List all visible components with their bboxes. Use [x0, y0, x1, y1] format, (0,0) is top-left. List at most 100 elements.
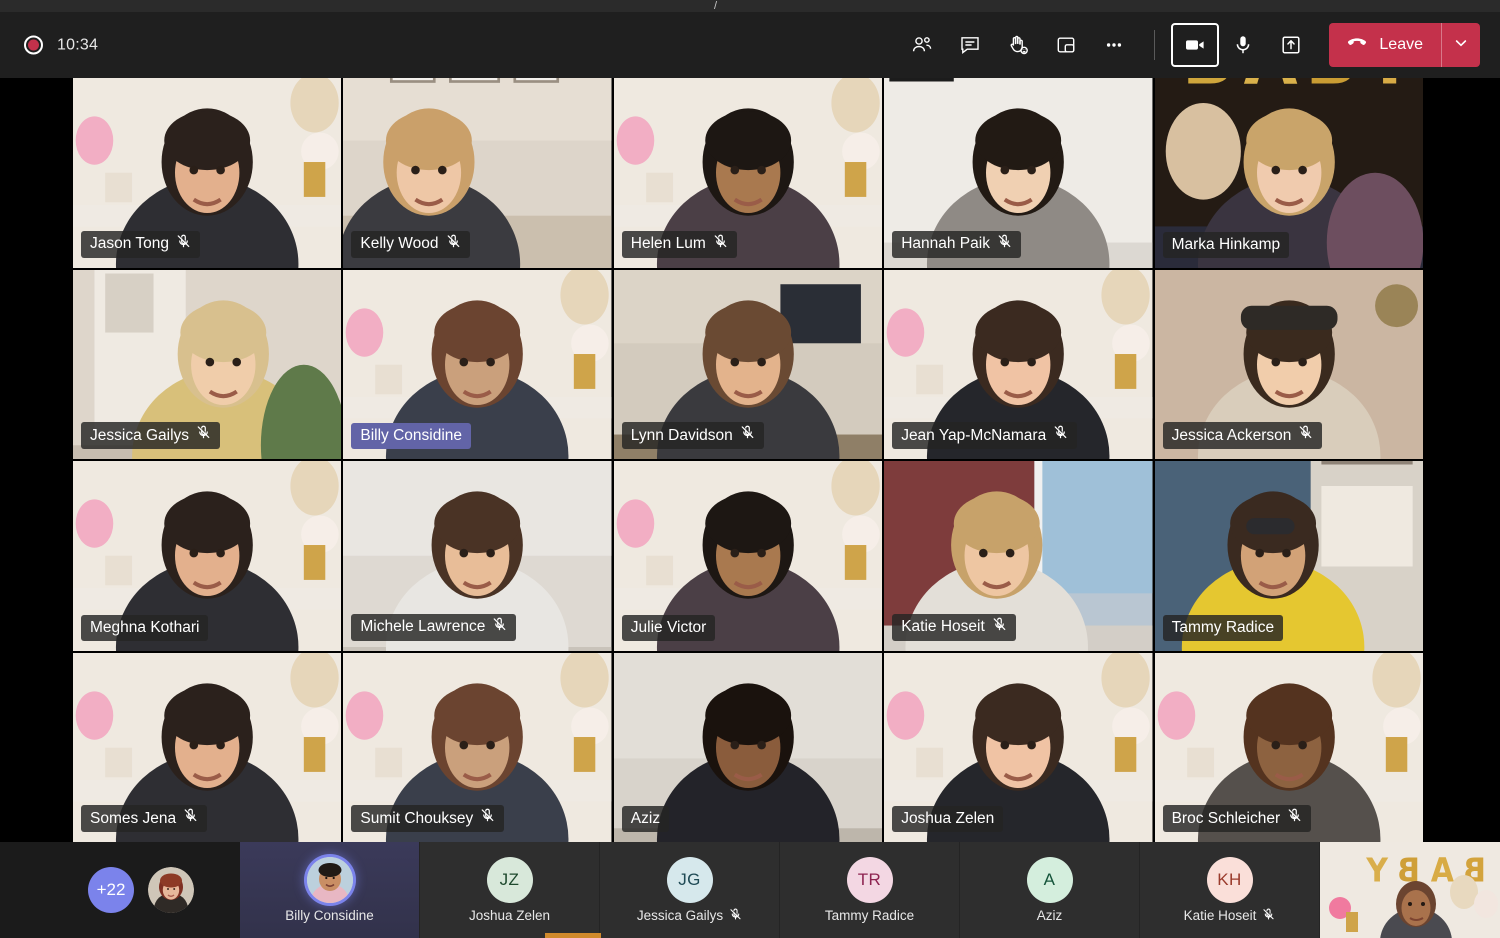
svg-text:B: B: [1176, 653, 1229, 672]
roster-item-label: Billy Considine: [285, 908, 374, 923]
participant-tile[interactable]: Michele Lawrence: [343, 461, 612, 651]
meeting-controls: Leave: [898, 23, 1480, 67]
participant-tile[interactable]: B A B Y Broc Schleicher: [1154, 652, 1423, 842]
participant-name-chip: Lynn Davidson: [621, 422, 764, 449]
overflow-count-badge[interactable]: +22: [88, 867, 134, 913]
roster-avatar-photo[interactable]: [306, 857, 353, 903]
svg-text:B: B: [365, 270, 418, 289]
roster-item[interactable]: A Aziz: [960, 842, 1140, 938]
muted-microphone-icon: [492, 617, 507, 637]
muted-microphone-icon: [713, 234, 728, 254]
participant-tile[interactable]: B A B Y Julie Victor: [613, 461, 883, 651]
participant-tile[interactable]: B A B Y Jason Tong: [73, 78, 342, 268]
participant-tile[interactable]: B A B Y Helen Lum: [613, 78, 883, 268]
participant-tile[interactable]: Jessica Ackerson: [1154, 269, 1423, 459]
more-actions-button[interactable]: [1090, 23, 1138, 67]
svg-text:B: B: [215, 78, 268, 97]
muted-microphone-icon: [740, 425, 755, 445]
self-video-preview[interactable]: B A B Y: [1320, 842, 1500, 938]
roster-item[interactable]: JZ Joshua Zelen: [420, 842, 600, 938]
svg-text:Y: Y: [1365, 852, 1389, 890]
camera-icon: [1182, 32, 1208, 58]
leave-main[interactable]: Leave: [1329, 23, 1441, 67]
ellipsis-icon: [1102, 33, 1126, 57]
muted-microphone-icon: [176, 234, 191, 254]
svg-text:A: A: [1430, 852, 1454, 890]
show-chat-button[interactable]: [946, 23, 994, 67]
teams-meeting-window: / 10:34 Leave Jason Tong Kelly Wood Hele…: [0, 0, 1500, 938]
roster-item[interactable]: TR Tammy Radice: [780, 842, 960, 938]
toggle-microphone-button[interactable]: [1219, 23, 1267, 67]
participant-name-chip: Jessica Gailys: [81, 422, 221, 449]
participant-tile[interactable]: B A B Y Marka Hinkamp: [1154, 78, 1423, 268]
roster-item[interactable]: Billy Considine: [240, 842, 420, 938]
toggle-camera-button[interactable]: [1171, 23, 1220, 67]
svg-text:B: B: [486, 653, 539, 672]
participant-tile[interactable]: B A B Y Billy Considine: [343, 269, 612, 459]
svg-text:B: B: [1305, 78, 1358, 103]
microphone-icon: [1230, 32, 1256, 58]
share-content-button[interactable]: [1267, 23, 1315, 67]
participant-name-chip: Jessica Ackerson: [1162, 422, 1323, 449]
participant-tile[interactable]: Aziz: [613, 652, 883, 842]
participant-tile[interactable]: B A B Y Somes Jena: [73, 652, 342, 842]
svg-text:A: A: [154, 653, 208, 672]
svg-text:Y: Y: [1363, 78, 1416, 103]
roster-cells: Billy Considine JZ Joshua Zelen JG Jessica G…: [240, 842, 1320, 938]
roster-avatar-initials[interactable]: A: [1026, 857, 1073, 903]
participant-name: Jean Yap-McNamara: [901, 426, 1047, 444]
roster-overflow-group[interactable]: +22: [0, 842, 240, 938]
leave-meeting-button[interactable]: Leave: [1329, 23, 1480, 67]
muted-microphone-icon: [183, 808, 198, 828]
svg-text:B: B: [635, 78, 688, 97]
show-participants-button[interactable]: [898, 23, 946, 67]
avatar-initials: JZ: [499, 870, 520, 889]
svg-text:A: A: [424, 270, 478, 289]
roster-avatar-initials[interactable]: KH: [1206, 856, 1253, 903]
participant-name-chip: Jean Yap-McNamara: [892, 422, 1078, 449]
participant-name: Billy Considine: [360, 427, 463, 444]
roster-thumbnail-avatar[interactable]: [148, 867, 194, 913]
svg-text:B: B: [1297, 653, 1350, 672]
muted-microphone-icon: [1298, 425, 1313, 445]
roster-avatar-initials[interactable]: TR: [846, 857, 893, 903]
svg-text:A: A: [154, 461, 208, 480]
leave-options-button[interactable]: [1442, 23, 1480, 67]
participant-tile[interactable]: Kelly Wood: [343, 78, 612, 268]
roster-item[interactable]: KH Katie Hoseit: [1140, 842, 1320, 938]
participant-tile[interactable]: Katie Hoseit: [884, 461, 1153, 651]
participant-tile[interactable]: Tammy Radice: [1154, 461, 1423, 651]
roster-avatar-initials[interactable]: JG: [666, 856, 713, 903]
participant-name: Jason Tong: [90, 235, 169, 252]
participant-name: Julie Victor: [630, 618, 707, 636]
muted-microphone-icon: [1053, 425, 1068, 445]
roster-participant-name: Billy Considine: [285, 908, 374, 923]
roster-avatar-initials[interactable]: JZ: [486, 857, 533, 903]
participant-name: Katie Hoseit: [901, 618, 985, 635]
participant-tile[interactable]: B A B Y Joshua Zelen: [884, 652, 1153, 842]
meeting-toolbar: 10:34 Leave: [0, 12, 1500, 78]
participant-tile[interactable]: B A B Y Jean Yap-McNamara: [884, 269, 1153, 459]
svg-text:A: A: [154, 78, 208, 97]
roster-item[interactable]: JG Jessica Gailys: [600, 842, 780, 938]
svg-text:B: B: [486, 270, 539, 289]
roster-participant-name: Tammy Radice: [824, 908, 915, 923]
svg-text:B: B: [1026, 270, 1079, 289]
participant-name-chip: Julie Victor: [621, 614, 716, 641]
breakout-rooms-button[interactable]: [1042, 23, 1090, 67]
participant-tile[interactable]: B A B Y Sumit Chouksey: [343, 652, 612, 842]
participant-name-chip: Joshua Zelen: [892, 806, 1004, 832]
participant-name-chip: Jason Tong: [81, 230, 200, 258]
participant-tile[interactable]: Lynn Davidson: [613, 269, 883, 459]
participant-name-chip: Hannah Paik: [892, 230, 1021, 258]
raise-hand-button[interactable]: [994, 23, 1042, 67]
participant-name-chip: Broc Schleicher: [1162, 805, 1312, 832]
participant-tile[interactable]: Hannah Paik: [884, 78, 1153, 268]
svg-text:B: B: [635, 461, 688, 480]
participant-tile[interactable]: B A B Y Meghna Kothari: [73, 461, 342, 651]
chevron-down-icon: [1453, 35, 1469, 56]
muted-microphone-icon: [446, 234, 461, 254]
participant-tile[interactable]: Jessica Gailys: [73, 269, 342, 459]
participant-name-chip: Tammy Radice: [1162, 614, 1284, 641]
rooms-icon: [1054, 33, 1078, 57]
